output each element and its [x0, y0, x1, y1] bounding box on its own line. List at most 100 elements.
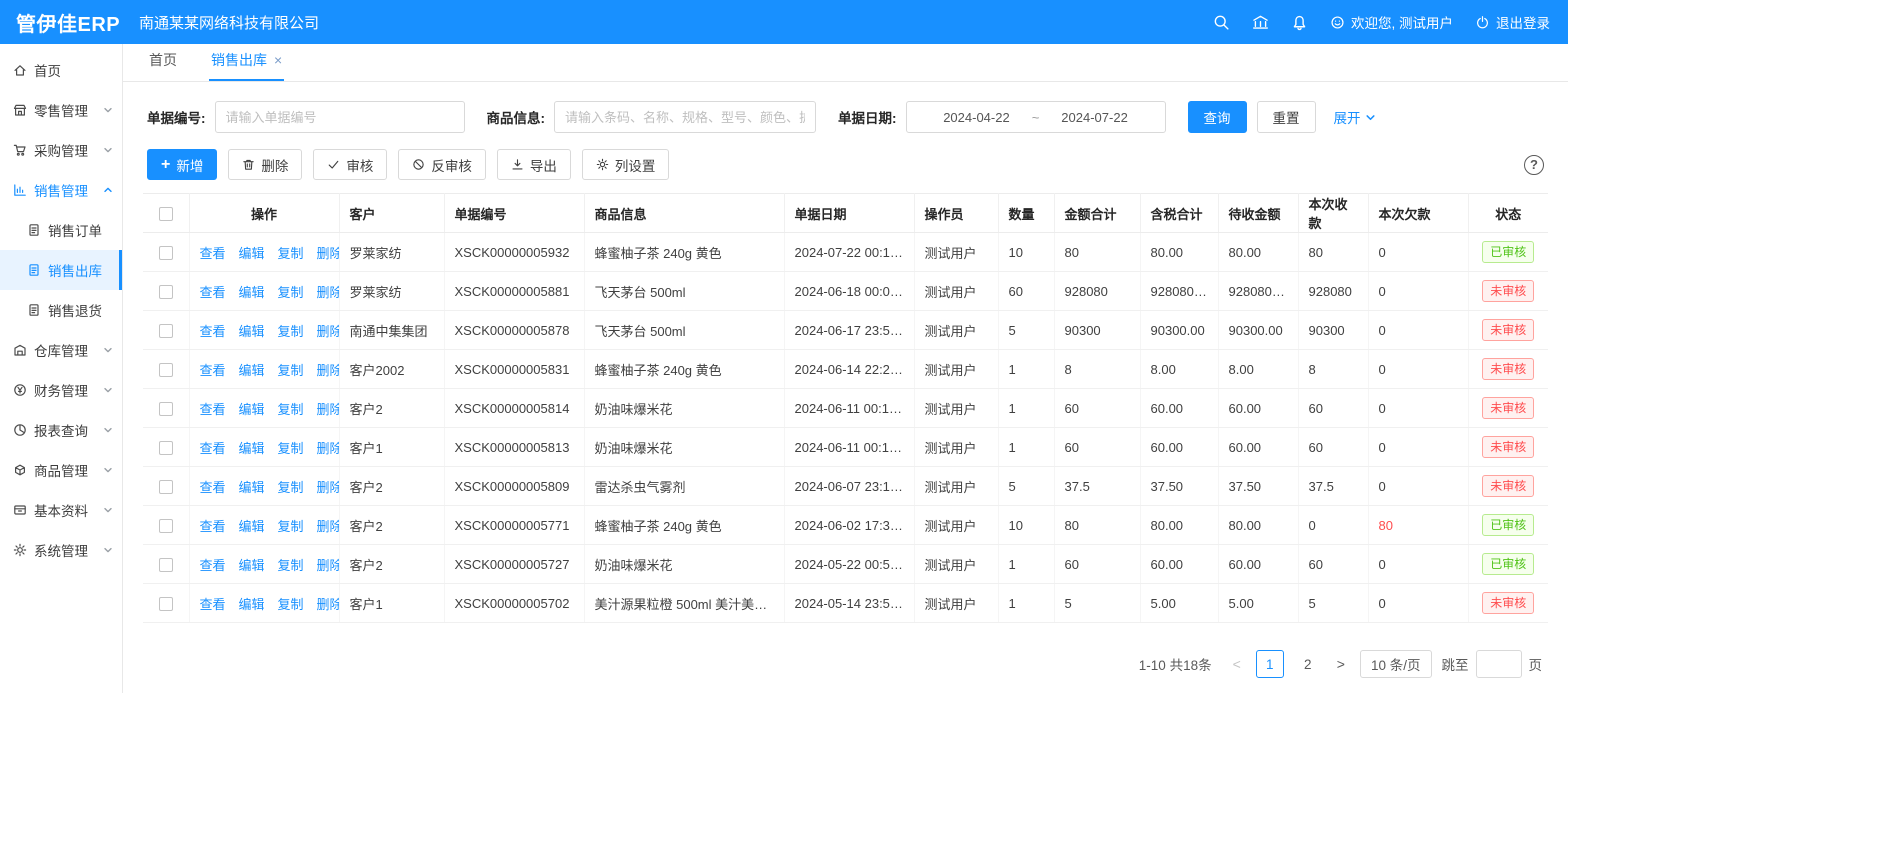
action-view[interactable]: 查看	[200, 516, 226, 535]
close-icon[interactable]: ×	[274, 53, 282, 67]
action-edit[interactable]: 编辑	[239, 243, 265, 262]
sidebar-item-warehouse[interactable]: 仓库管理	[0, 330, 122, 370]
action-view[interactable]: 查看	[200, 555, 226, 574]
filter-bar: 单据编号: 商品信息: 单据日期: 2024-04-22 ~ 2024-07-2…	[123, 82, 1568, 146]
page-size-select[interactable]: 10 条/页	[1360, 650, 1432, 678]
row-checkbox[interactable]	[159, 558, 173, 572]
action-view[interactable]: 查看	[200, 399, 226, 418]
cell-doc_no: XSCK00000005702	[444, 584, 584, 623]
add-button[interactable]: +新增	[147, 149, 217, 180]
cell-qty: 1	[998, 545, 1054, 584]
action-delete[interactable]: 删除	[317, 282, 339, 301]
sidebar-item-finance[interactable]: 财务管理	[0, 370, 122, 410]
action-copy[interactable]: 复制	[278, 516, 304, 535]
sidebar-item-sales-return[interactable]: 销售退货	[0, 290, 122, 330]
action-copy[interactable]: 复制	[278, 321, 304, 340]
action-view[interactable]: 查看	[200, 477, 226, 496]
action-delete[interactable]: 删除	[317, 438, 339, 457]
tab-sales-outbound[interactable]: 销售出库×	[209, 50, 284, 81]
action-copy[interactable]: 复制	[278, 243, 304, 262]
action-copy[interactable]: 复制	[278, 360, 304, 379]
action-view[interactable]: 查看	[200, 594, 226, 613]
action-delete[interactable]: 删除	[317, 399, 339, 418]
sidebar-item-sales[interactable]: 销售管理	[0, 170, 122, 210]
bank-icon[interactable]	[1252, 14, 1269, 31]
date-range-picker[interactable]: 2024-04-22 ~ 2024-07-22	[906, 101, 1166, 133]
action-delete[interactable]: 删除	[317, 477, 339, 496]
bell-icon[interactable]	[1291, 14, 1308, 31]
row-checkbox[interactable]	[159, 441, 173, 455]
action-view[interactable]: 查看	[200, 282, 226, 301]
action-edit[interactable]: 编辑	[239, 555, 265, 574]
expand-link[interactable]: 展开	[1334, 107, 1376, 127]
action-copy[interactable]: 复制	[278, 282, 304, 301]
action-copy[interactable]: 复制	[278, 594, 304, 613]
search-icon[interactable]	[1213, 14, 1230, 31]
action-edit[interactable]: 编辑	[239, 516, 265, 535]
row-checkbox[interactable]	[159, 246, 173, 260]
row-checkbox[interactable]	[159, 285, 173, 299]
sidebar-item-reports[interactable]: 报表查询	[0, 410, 122, 450]
sidebar-item-system[interactable]: 系统管理	[0, 530, 122, 570]
action-view[interactable]: 查看	[200, 438, 226, 457]
row-checkbox[interactable]	[159, 597, 173, 611]
action-edit[interactable]: 编辑	[239, 594, 265, 613]
sidebar-item-purchase[interactable]: 采购管理	[0, 130, 122, 170]
action-edit[interactable]: 编辑	[239, 399, 265, 418]
action-edit[interactable]: 编辑	[239, 477, 265, 496]
sidebar-item-basic-data[interactable]: 基本资料	[0, 490, 122, 530]
page-button-2[interactable]: 2	[1294, 650, 1322, 678]
row-checkbox[interactable]	[159, 480, 173, 494]
prev-page-button[interactable]: <	[1228, 656, 1246, 672]
welcome-user[interactable]: 欢迎您, 测试用户	[1330, 12, 1453, 32]
action-copy[interactable]: 复制	[278, 555, 304, 574]
action-view[interactable]: 查看	[200, 243, 226, 262]
cell-owed: 0	[1368, 233, 1468, 272]
cell-qty: 10	[998, 506, 1054, 545]
row-checkbox[interactable]	[159, 324, 173, 338]
column-header: 本次收款	[1298, 194, 1368, 233]
cell-customer: 罗莱家纺	[339, 233, 444, 272]
export-button[interactable]: 导出	[497, 149, 571, 180]
action-edit[interactable]: 编辑	[239, 321, 265, 340]
next-page-button[interactable]: >	[1332, 656, 1350, 672]
unaudit-button[interactable]: 反审核	[398, 149, 486, 180]
help-icon[interactable]: ?	[1524, 155, 1544, 175]
search-button[interactable]: 查询	[1188, 101, 1247, 133]
sidebar-item-home[interactable]: 首页	[0, 50, 122, 90]
logout-button[interactable]: 退出登录	[1475, 12, 1550, 32]
action-view[interactable]: 查看	[200, 321, 226, 340]
action-delete[interactable]: 删除	[317, 516, 339, 535]
sidebar-item-sales-outbound[interactable]: 销售出库	[0, 250, 122, 290]
row-checkbox[interactable]	[159, 519, 173, 533]
doc-no-input[interactable]	[215, 101, 465, 133]
delete-button[interactable]: 删除	[228, 149, 302, 180]
action-copy[interactable]: 复制	[278, 438, 304, 457]
action-view[interactable]: 查看	[200, 360, 226, 379]
action-delete[interactable]: 删除	[317, 360, 339, 379]
action-copy[interactable]: 复制	[278, 399, 304, 418]
action-edit[interactable]: 编辑	[239, 282, 265, 301]
page-button-1[interactable]: 1	[1256, 650, 1284, 678]
row-checkbox[interactable]	[159, 363, 173, 377]
tab-home[interactable]: 首页	[147, 50, 179, 81]
product-info-input[interactable]	[554, 101, 816, 133]
action-delete[interactable]: 删除	[317, 555, 339, 574]
select-all-checkbox[interactable]	[159, 207, 173, 221]
audit-button[interactable]: 审核	[313, 149, 387, 180]
sidebar-item-sales-order[interactable]: 销售订单	[0, 210, 122, 250]
sidebar-item-products[interactable]: 商品管理	[0, 450, 122, 490]
cell-amount: 60	[1054, 389, 1140, 428]
cell-status: 未审核	[1468, 584, 1548, 623]
row-checkbox[interactable]	[159, 402, 173, 416]
action-delete[interactable]: 删除	[317, 243, 339, 262]
action-copy[interactable]: 复制	[278, 477, 304, 496]
action-edit[interactable]: 编辑	[239, 438, 265, 457]
action-delete[interactable]: 删除	[317, 321, 339, 340]
sidebar-item-retail[interactable]: 零售管理	[0, 90, 122, 130]
column-settings-button[interactable]: 列设置	[582, 149, 670, 180]
action-delete[interactable]: 删除	[317, 594, 339, 613]
action-edit[interactable]: 编辑	[239, 360, 265, 379]
jump-page-input[interactable]	[1476, 650, 1522, 678]
reset-button[interactable]: 重置	[1257, 101, 1316, 133]
